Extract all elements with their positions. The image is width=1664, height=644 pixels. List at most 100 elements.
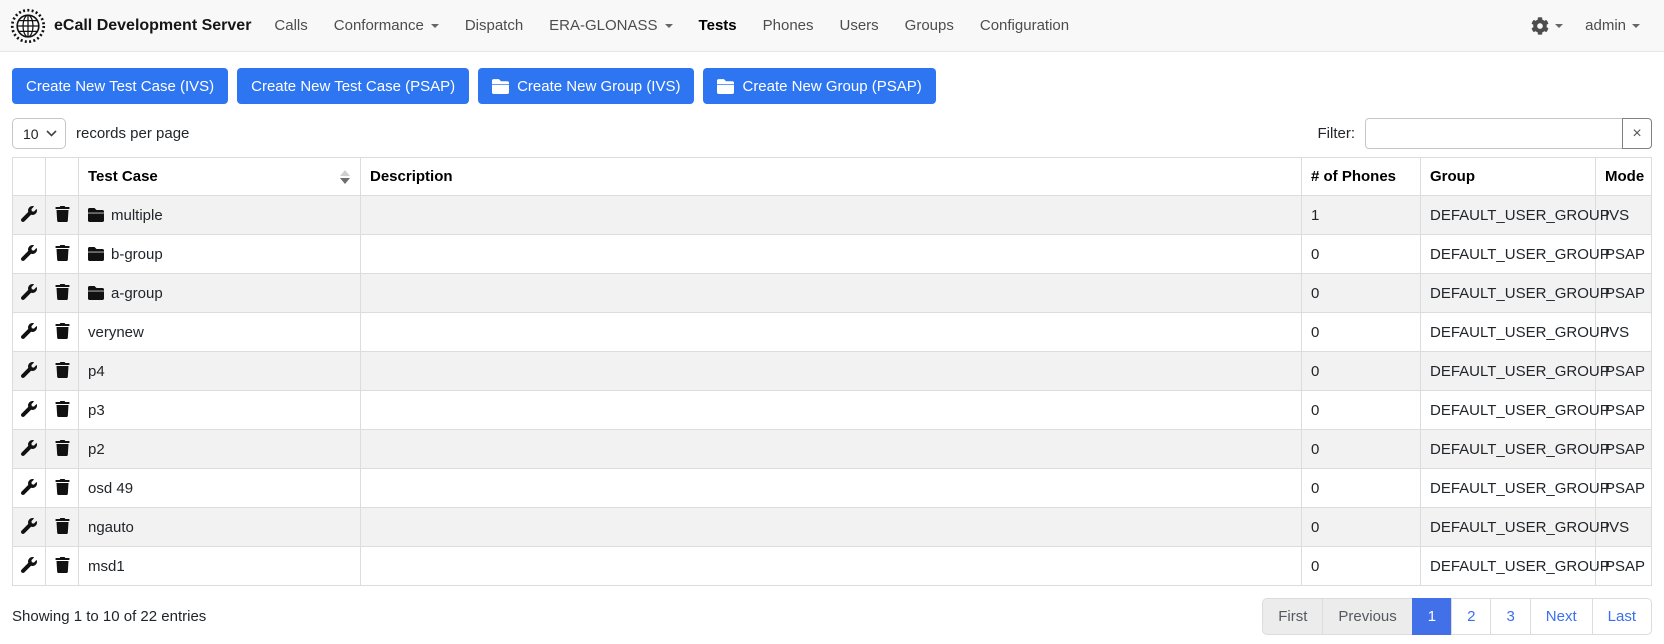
header-phones[interactable]: # of Phones — [1302, 158, 1421, 196]
chevron-down-icon — [1555, 24, 1563, 28]
trash-icon — [55, 210, 70, 225]
delete-button[interactable] — [53, 438, 72, 458]
table-row: ngauto0DEFAULT_USER_GROUPIVS — [13, 508, 1652, 547]
table-row: multiple1DEFAULT_USER_GROUPIVS — [13, 196, 1652, 235]
group-cell: DEFAULT_USER_GROUP — [1421, 235, 1596, 274]
settings-menu[interactable] — [1531, 17, 1563, 35]
chevron-down-icon — [431, 24, 439, 28]
delete-button[interactable] — [53, 282, 72, 302]
nav-item-phones[interactable]: Phones — [750, 11, 827, 40]
phones-cell: 1 — [1302, 196, 1421, 235]
nav-item-users[interactable]: Users — [827, 11, 892, 40]
clear-filter-button[interactable]: × — [1622, 118, 1652, 149]
delete-button[interactable] — [53, 516, 72, 536]
configure-button[interactable] — [19, 438, 39, 458]
delete-button[interactable] — [53, 360, 72, 380]
delete-button[interactable] — [53, 477, 72, 497]
configure-button[interactable] — [19, 555, 39, 575]
header-test-case[interactable]: Test Case — [79, 158, 361, 196]
configure-button[interactable] — [19, 360, 39, 380]
header-configure-column — [13, 158, 46, 196]
test-case-name[interactable]: a-group — [111, 285, 163, 302]
phones-cell: 0 — [1302, 235, 1421, 274]
configure-button[interactable] — [19, 243, 39, 263]
page-button-3[interactable]: 3 — [1490, 598, 1530, 635]
nav-item-conformance[interactable]: Conformance — [321, 11, 452, 40]
configure-button[interactable] — [19, 399, 39, 419]
test-case-name[interactable]: verynew — [88, 324, 144, 341]
configure-button[interactable] — [19, 477, 39, 497]
page-size-select[interactable]: 10 — [12, 118, 66, 149]
create-button-0[interactable]: Create New Test Case (IVS) — [12, 68, 228, 104]
filter-input[interactable] — [1365, 118, 1623, 149]
close-icon: × — [1632, 125, 1641, 142]
phones-cell: 0 — [1302, 469, 1421, 508]
create-button-1[interactable]: Create New Test Case (PSAP) — [237, 68, 469, 104]
chevron-down-icon — [46, 130, 57, 137]
folder-icon — [88, 286, 104, 300]
sort-icon — [340, 170, 350, 184]
folder-icon — [492, 79, 509, 94]
delete-button[interactable] — [53, 243, 72, 263]
test-case-name[interactable]: p4 — [88, 363, 105, 380]
phones-cell: 0 — [1302, 430, 1421, 469]
page-button-1[interactable]: 1 — [1412, 598, 1452, 635]
nav-item-configuration[interactable]: Configuration — [967, 11, 1082, 40]
wrench-icon — [21, 483, 37, 498]
page-button-first: First — [1262, 598, 1323, 635]
wrench-icon — [21, 249, 37, 264]
group-cell: DEFAULT_USER_GROUP — [1421, 469, 1596, 508]
table-row: osd 490DEFAULT_USER_GROUPPSAP — [13, 469, 1652, 508]
test-case-name[interactable]: p2 — [88, 441, 105, 458]
page-button-2[interactable]: 2 — [1451, 598, 1491, 635]
nav-item-dispatch[interactable]: Dispatch — [452, 11, 536, 40]
page-button-next[interactable]: Next — [1530, 598, 1593, 635]
description-cell — [361, 352, 1302, 391]
create-button-2[interactable]: Create New Group (IVS) — [478, 68, 694, 104]
description-cell — [361, 196, 1302, 235]
configure-button[interactable] — [19, 204, 39, 224]
user-menu[interactable]: admin — [1585, 17, 1640, 34]
page-size-value: 10 — [23, 126, 39, 142]
trash-icon — [55, 561, 70, 576]
create-button-3[interactable]: Create New Group (PSAP) — [703, 68, 935, 104]
delete-button[interactable] — [53, 555, 72, 575]
delete-button[interactable] — [53, 204, 72, 224]
configure-button[interactable] — [19, 516, 39, 536]
test-case-name[interactable]: b-group — [111, 246, 163, 263]
table-header-row: Test Case Description # of Phones Group … — [13, 158, 1652, 196]
test-case-name[interactable]: p3 — [88, 402, 105, 419]
table-row: p40DEFAULT_USER_GROUPPSAP — [13, 352, 1652, 391]
header-mode[interactable]: Mode — [1596, 158, 1652, 196]
nav-item-calls[interactable]: Calls — [261, 11, 320, 40]
description-cell — [361, 508, 1302, 547]
wrench-icon — [21, 366, 37, 381]
folder-icon — [88, 208, 104, 222]
page-button-last[interactable]: Last — [1592, 598, 1652, 635]
group-cell: DEFAULT_USER_GROUP — [1421, 547, 1596, 586]
configure-button[interactable] — [19, 282, 39, 302]
delete-button[interactable] — [53, 321, 72, 341]
nav-item-groups[interactable]: Groups — [892, 11, 967, 40]
delete-button[interactable] — [53, 399, 72, 419]
wrench-icon — [21, 327, 37, 342]
test-case-name[interactable]: osd 49 — [88, 480, 133, 497]
toolbar: Create New Test Case (IVS)Create New Tes… — [0, 52, 1664, 104]
configure-button[interactable] — [19, 321, 39, 341]
folder-icon — [88, 247, 104, 261]
table-footer: Showing 1 to 10 of 22 entries FirstPrevi… — [0, 586, 1664, 635]
main-nav: CallsConformanceDispatchERA-GLONASSTests… — [261, 11, 1082, 40]
phones-cell: 0 — [1302, 508, 1421, 547]
gear-icon — [1531, 17, 1549, 35]
chevron-down-icon — [1632, 24, 1640, 28]
test-case-name[interactable]: msd1 — [88, 558, 125, 575]
description-cell — [361, 313, 1302, 352]
header-group[interactable]: Group — [1421, 158, 1596, 196]
nav-item-era-glonass[interactable]: ERA-GLONASS — [536, 11, 685, 40]
table-row: p30DEFAULT_USER_GROUPPSAP — [13, 391, 1652, 430]
test-case-name[interactable]: ngauto — [88, 519, 134, 536]
test-case-name[interactable]: multiple — [111, 207, 163, 224]
table-row: verynew0DEFAULT_USER_GROUPIVS — [13, 313, 1652, 352]
header-description[interactable]: Description — [361, 158, 1302, 196]
nav-item-tests[interactable]: Tests — [686, 11, 750, 40]
